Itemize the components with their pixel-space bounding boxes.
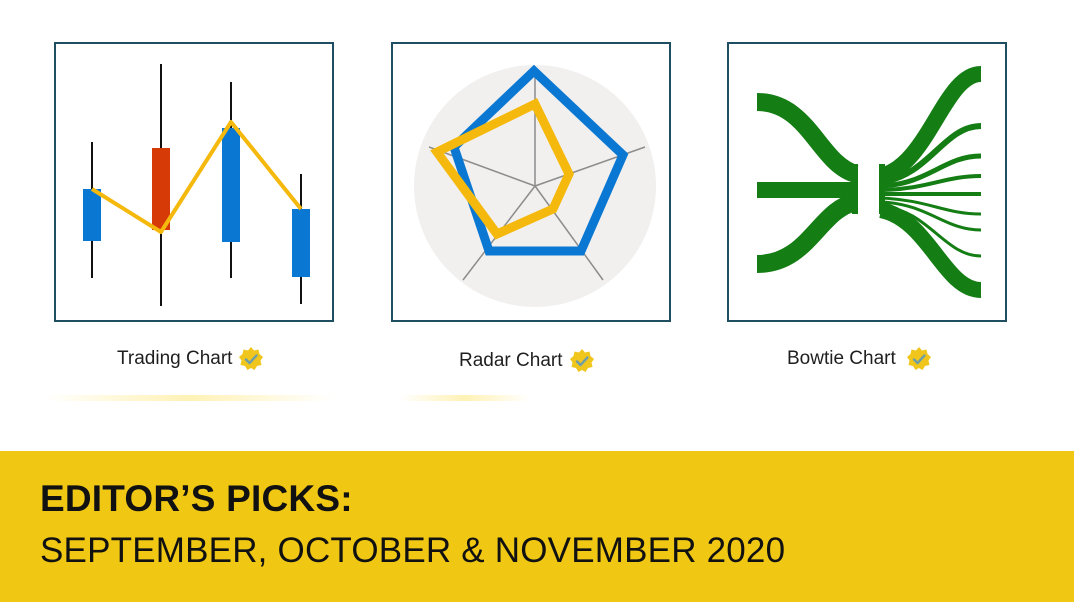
verified-badge-icon bbox=[239, 347, 264, 370]
verified-badge-icon bbox=[569, 349, 594, 372]
bowtie-chart-caption[interactable]: Bowtie Chart bbox=[787, 346, 932, 372]
trading-chart-card[interactable] bbox=[54, 42, 334, 322]
candle-2 bbox=[152, 148, 170, 230]
decorative-glow bbox=[400, 395, 530, 401]
radar-chart-caption[interactable]: Radar Chart bbox=[459, 348, 595, 374]
trend-line bbox=[90, 120, 303, 234]
trading-chart-caption[interactable]: Trading Chart bbox=[117, 346, 264, 372]
radar-chart-label: Radar Chart bbox=[459, 350, 563, 371]
bowtie-chart-card[interactable] bbox=[727, 42, 1007, 322]
bowtie-chart-label: Bowtie Chart bbox=[787, 348, 896, 369]
candle-1 bbox=[83, 189, 101, 241]
candle-3 bbox=[222, 128, 240, 242]
verified-badge-icon bbox=[906, 347, 931, 370]
banner-headline: EDITOR’S PICKS: bbox=[40, 478, 353, 519]
candle-4 bbox=[292, 209, 310, 277]
radar-chart-card[interactable] bbox=[391, 42, 671, 322]
decorative-glow bbox=[44, 395, 334, 401]
trading-chart-thumbnail bbox=[83, 64, 310, 306]
banner-subline: SEPTEMBER, OCTOBER & NOVEMBER 2020 bbox=[40, 531, 786, 570]
radar-chart-thumbnail bbox=[414, 64, 656, 307]
bowtie-chart-thumbnail bbox=[756, 66, 983, 298]
editors-picks-banner bbox=[0, 451, 1074, 602]
trading-chart-label: Trading Chart bbox=[117, 348, 233, 369]
